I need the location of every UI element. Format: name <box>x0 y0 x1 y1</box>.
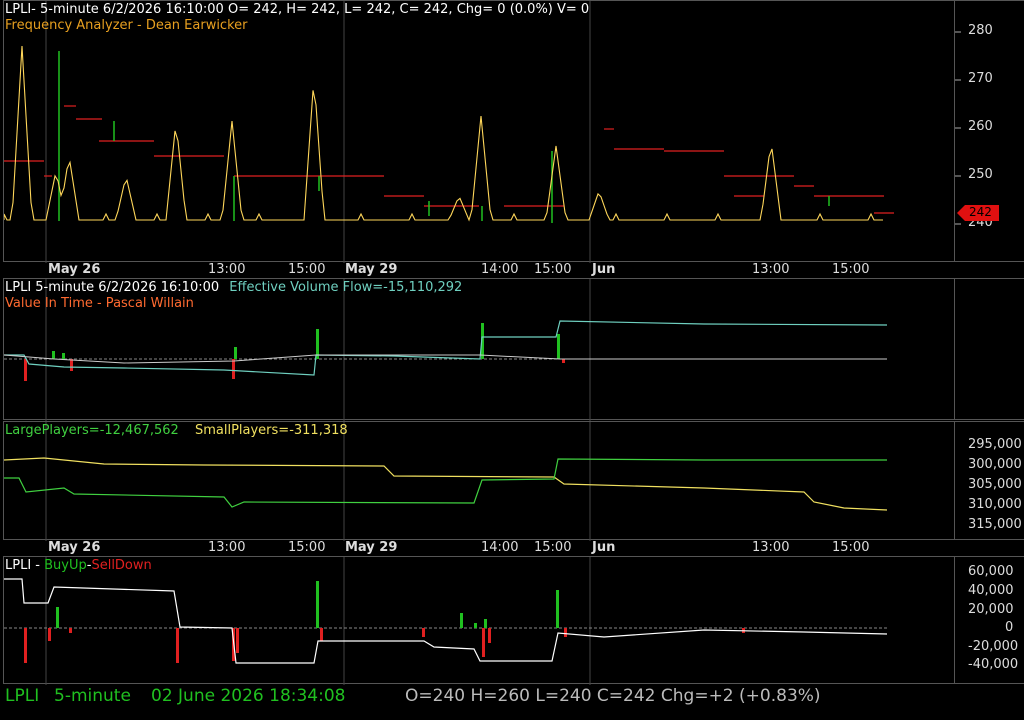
date-label: 15:00 <box>832 262 870 277</box>
buyup-bar <box>484 619 487 628</box>
date-label: 13:00 <box>208 262 246 277</box>
flow-bar <box>232 359 235 379</box>
value-in-time-pane[interactable]: LPLI 5-minute 6/2/2026 16:10:00 Effectiv… <box>0 278 1024 421</box>
date-label: 13:00 <box>752 262 790 277</box>
date-label: May 29 <box>345 540 398 555</box>
price-tick-260: 260 <box>968 119 993 134</box>
flow-bar <box>52 351 55 359</box>
date-label: May 26 <box>48 540 101 555</box>
large-players-label: LargePlayers=-12,467,562 <box>5 423 179 438</box>
vit-header: LPLI 5-minute 6/2/2026 16:10:00 Effectiv… <box>5 280 462 295</box>
buyup-selldown-pane[interactable]: LPLI - BuyUp-SellDown 60,000 40,000 20,0… <box>0 556 1024 685</box>
buyup-bar <box>460 613 463 628</box>
date-label: 15:00 <box>288 540 326 555</box>
flow-bar <box>62 353 65 359</box>
price-plot-area[interactable] <box>3 0 955 263</box>
buyup-tick: 40,000 <box>968 583 1014 598</box>
small-players-line <box>4 457 888 511</box>
players-tick: 295,000 <box>968 437 1022 452</box>
buyup-tick: 60,000 <box>968 564 1014 579</box>
frequency-analyzer-pane[interactable]: LPLI- 5-minute 6/2/2026 16:10:00 O= 242,… <box>0 0 1024 263</box>
selldown-bar <box>488 628 491 643</box>
last-price-value: 242 <box>969 205 992 219</box>
flow-bar <box>557 334 560 359</box>
large-players-line <box>4 458 887 508</box>
buyup-title-prefix: LPLI - <box>5 558 45 573</box>
selldown-bar <box>422 628 425 637</box>
price-tick-280: 280 <box>968 23 993 38</box>
footer-ohlc: O=240 H=260 L=240 C=242 Chg=+2 (+0.83%) <box>405 686 821 706</box>
frequency-line <box>4 45 883 222</box>
buyup-bar <box>474 623 477 628</box>
date-label: 13:00 <box>752 540 790 555</box>
buyup-plot[interactable] <box>3 556 955 685</box>
buyup-label: BuyUp <box>44 558 87 573</box>
footer-symbol: LPLI <box>5 686 40 706</box>
date-label: 15:00 <box>534 262 572 277</box>
buyup-tick: 20,000 <box>968 602 1014 617</box>
selldown-bar <box>320 628 323 641</box>
players-tick: 305,000 <box>968 477 1022 492</box>
players-tick: 315,000 <box>968 517 1022 532</box>
date-label: May 26 <box>48 262 101 277</box>
flow-bar <box>24 359 27 381</box>
players-svg <box>4 422 888 541</box>
chart-header: LPLI- 5-minute 6/2/2026 16:10:00 O= 242,… <box>5 2 590 17</box>
selldown-bar <box>236 628 239 653</box>
date-label: May 29 <box>345 262 398 277</box>
effective-volume-flow: Effective Volume Flow=-15,110,292 <box>229 280 463 295</box>
buyup-svg <box>4 557 888 685</box>
buyup-title: LPLI - BuyUp-SellDown <box>5 558 152 573</box>
price-tick-250: 250 <box>968 167 993 182</box>
players-plot[interactable] <box>3 421 955 541</box>
volume-flow-axis <box>955 278 1024 420</box>
buyup-tick: -20,000 <box>968 639 1019 654</box>
selldown-label: SellDown <box>91 558 152 573</box>
players-tick: 310,000 <box>968 497 1022 512</box>
date-label: 14:00 <box>481 262 519 277</box>
date-label: 15:00 <box>534 540 572 555</box>
price-chart-svg <box>4 1 894 263</box>
buyup-tick: 0 <box>1005 620 1014 635</box>
selldown-bar <box>69 628 72 633</box>
selldown-bar <box>24 628 27 663</box>
footer-interval: 5-minute <box>54 686 131 706</box>
last-price-tag: 242 <box>957 205 999 221</box>
vit-title: Value In Time - Pascal Willain <box>5 296 194 311</box>
price-tick-270: 270 <box>968 71 993 86</box>
indicator-title: Frequency Analyzer - Dean Earwicker <box>5 18 248 33</box>
date-label: 15:00 <box>832 540 870 555</box>
date-label: 15:00 <box>288 262 326 277</box>
flow-bar <box>234 347 237 359</box>
buyup-bar <box>56 607 59 628</box>
flow-bar <box>562 359 565 363</box>
buyup-bar <box>556 590 559 628</box>
buyup-tick: -40,000 <box>968 657 1019 672</box>
selldown-bar <box>482 628 485 657</box>
status-footer: LPLI 5-minute 02 June 2026 18:34:08 O=24… <box>0 684 1024 720</box>
selldown-bar <box>176 628 179 663</box>
date-label: Jun <box>592 262 616 277</box>
flow-bar <box>70 359 73 371</box>
date-axis-top: May 26 13:00 15:00 May 29 14:00 15:00 Ju… <box>3 262 955 278</box>
selldown-bar <box>564 628 567 637</box>
selldown-bar <box>48 628 51 641</box>
footer-datetime: 02 June 2026 18:34:08 <box>151 686 346 706</box>
players-legend: LargePlayers=-12,467,562 SmallPlayers=-3… <box>5 423 348 438</box>
cumulative-line <box>4 578 888 664</box>
date-label: 14:00 <box>481 540 519 555</box>
players-pane[interactable]: LargePlayers=-12,467,562 SmallPlayers=-3… <box>0 421 1024 541</box>
effective-flow-line <box>4 320 888 376</box>
date-axis-mid: May 26 13:00 15:00 May 29 14:00 15:00 Ju… <box>3 540 955 556</box>
small-players-label: SmallPlayers=-311,318 <box>194 423 348 438</box>
players-tick: 300,000 <box>968 457 1022 472</box>
vit-header-symbol: LPLI 5-minute 6/2/2026 16:10:00 <box>5 280 220 295</box>
date-label: 13:00 <box>208 540 246 555</box>
date-label: Jun <box>592 540 616 555</box>
buyup-bar <box>316 581 319 628</box>
